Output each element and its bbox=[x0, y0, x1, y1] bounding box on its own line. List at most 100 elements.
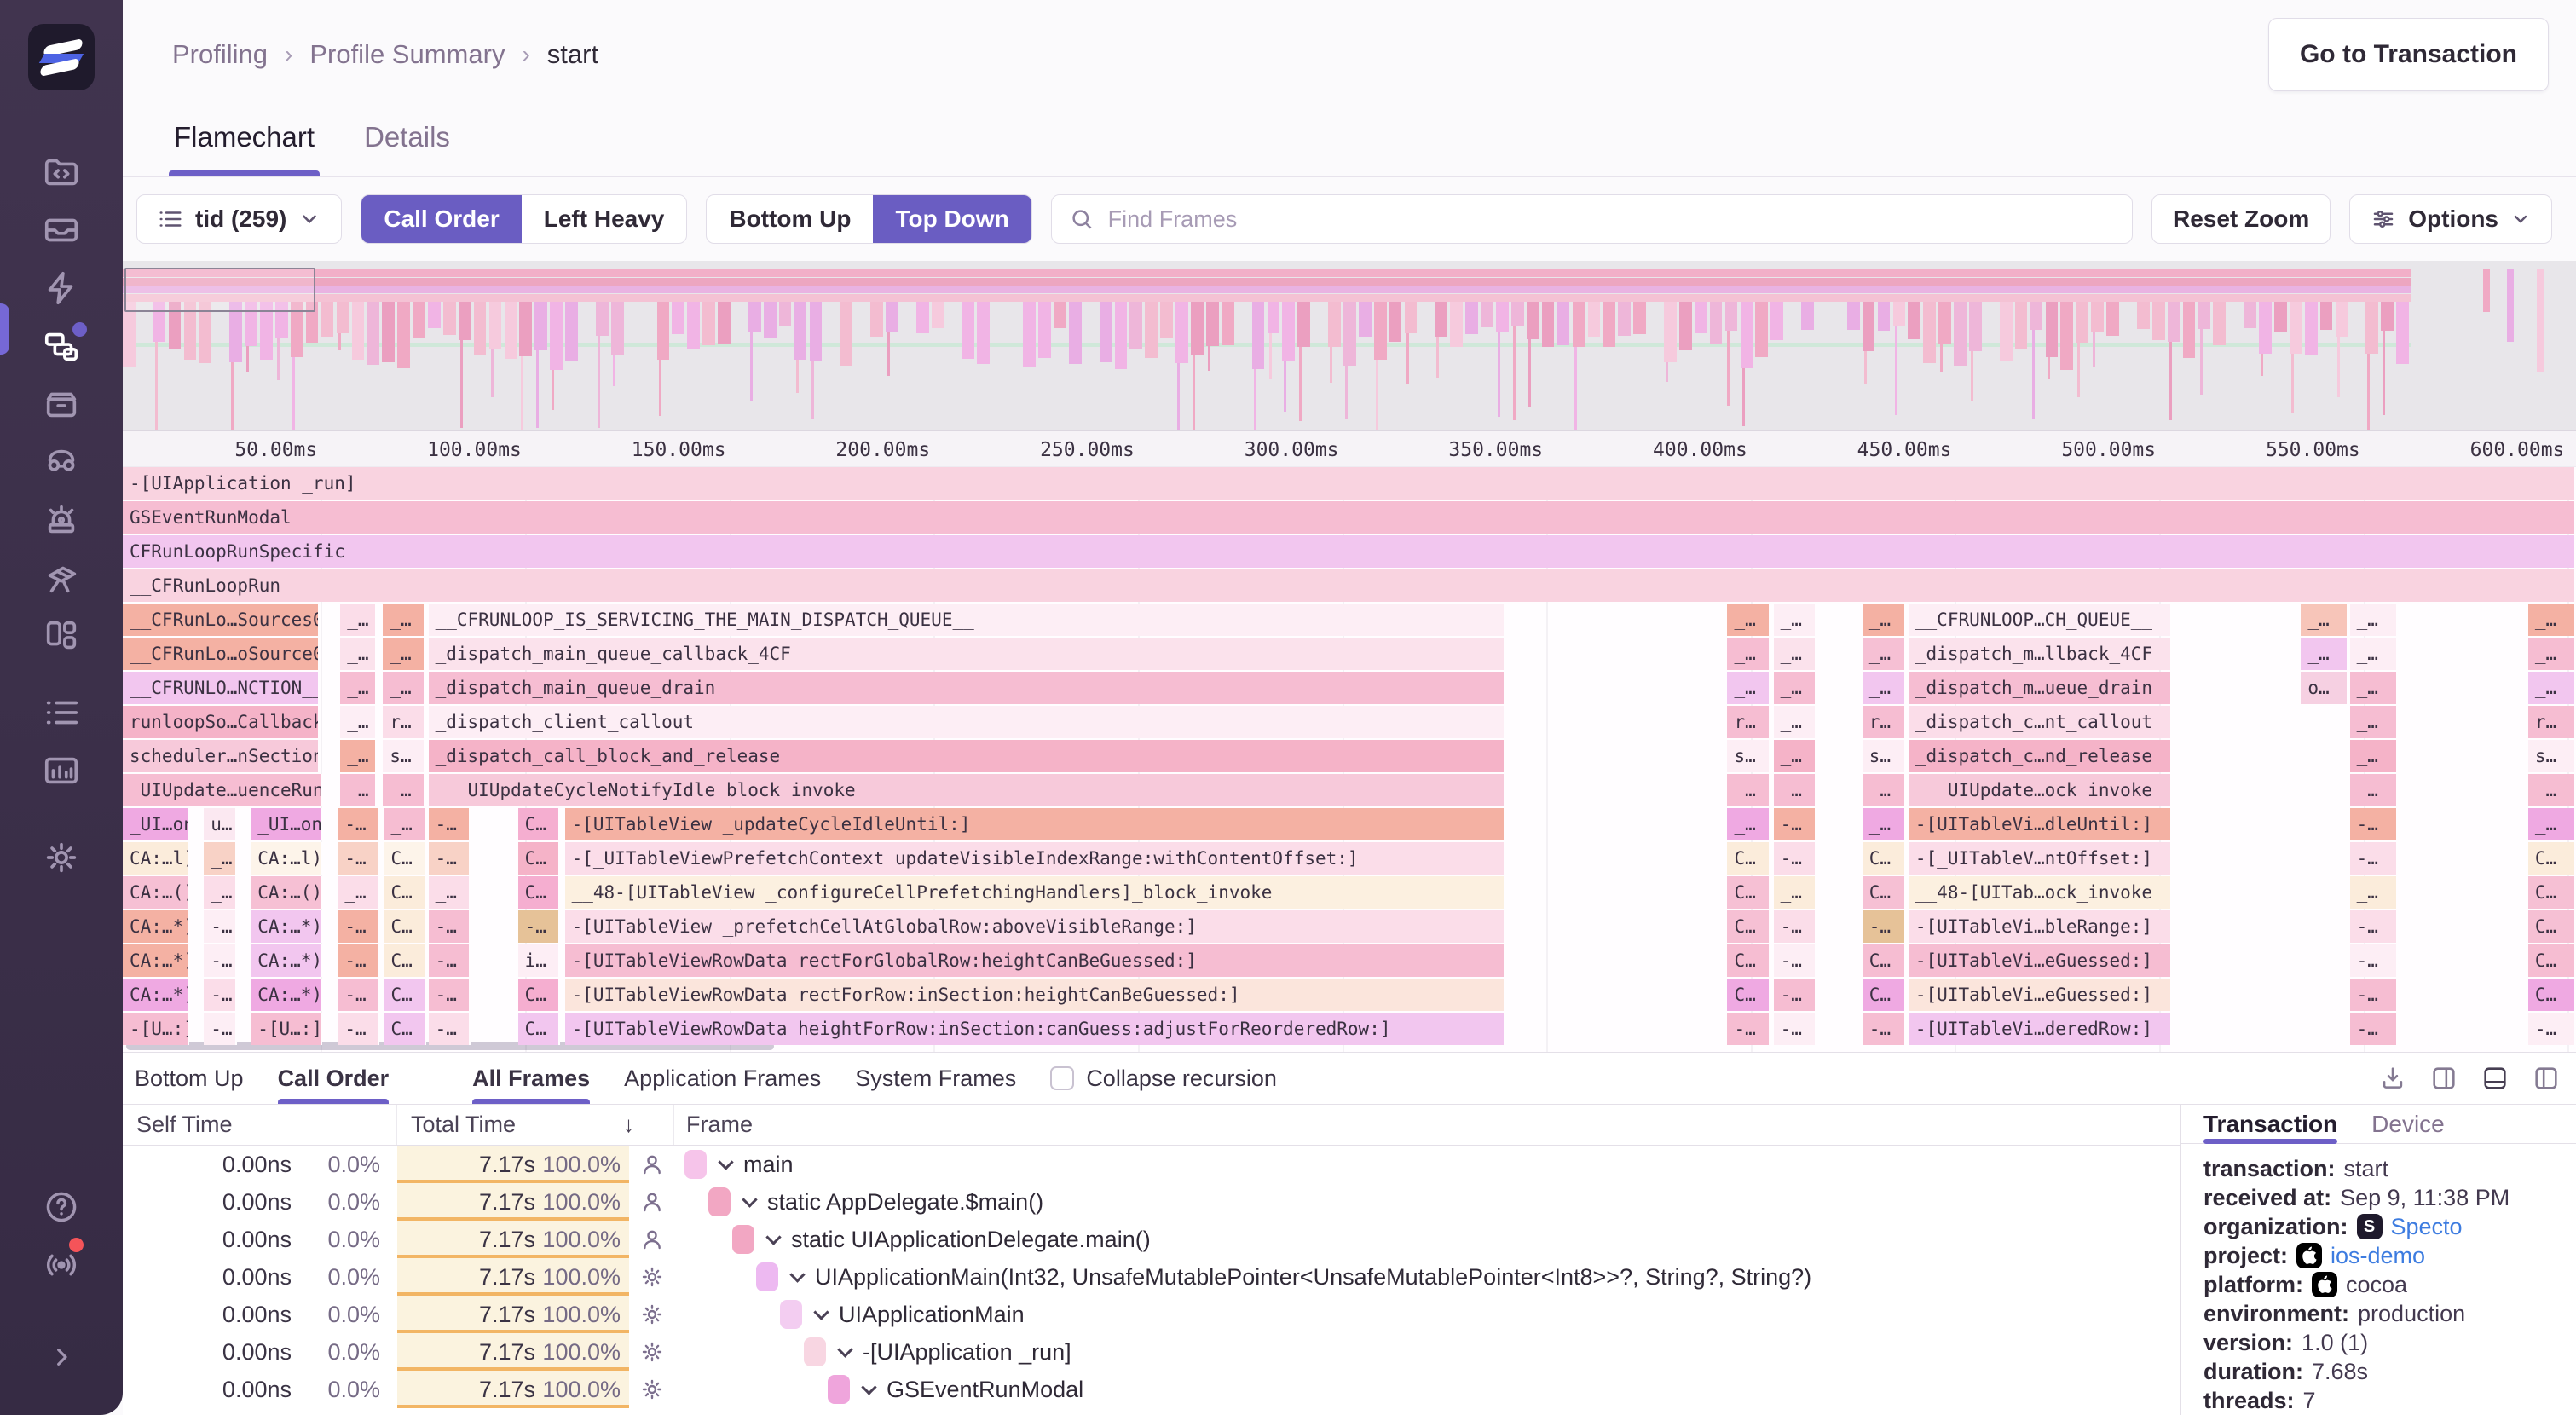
flame-frame[interactable]: C… bbox=[518, 842, 560, 875]
detail-link[interactable]: Specto bbox=[2391, 1212, 2463, 1241]
flame-frame[interactable]: -[_UITableViewPrefetchContext updateVisi… bbox=[565, 842, 1506, 875]
flame-frame[interactable]: -… bbox=[204, 979, 237, 1011]
flame-frame[interactable]: C… bbox=[1863, 944, 1906, 977]
flame-frame[interactable]: scheduler…nSection bbox=[123, 740, 320, 772]
flame-frame[interactable]: _… bbox=[340, 638, 377, 670]
flame-frame[interactable]: r… bbox=[1863, 706, 1906, 738]
flame-frame[interactable]: C… bbox=[1727, 842, 1770, 875]
sidebar-item-performance[interactable] bbox=[39, 266, 84, 310]
flame-frame[interactable]: __48-[UITableView _configureCellPrefetch… bbox=[565, 876, 1506, 909]
thread-selector[interactable]: tid (259) bbox=[136, 194, 342, 244]
flame-frame[interactable]: _… bbox=[2350, 706, 2398, 738]
flame-frame[interactable]: _… bbox=[2528, 604, 2576, 636]
flame-frame[interactable]: s… bbox=[2528, 740, 2576, 772]
flame-frame[interactable]: C… bbox=[1863, 979, 1906, 1011]
table-row[interactable]: 0.00ns0.0%7.17s100.0%UIApplicationMain(I… bbox=[123, 1258, 2180, 1296]
flame-frame[interactable]: CFRunLoopRunSpecific bbox=[123, 535, 2576, 568]
filter-application-frames[interactable]: Application Frames bbox=[624, 1053, 821, 1104]
flame-frame[interactable]: _… bbox=[1727, 672, 1770, 704]
flame-frame[interactable]: __48-[UITab…ock_invoke bbox=[1909, 876, 2172, 909]
flame-frame[interactable]: -[UITableVi…deredRow:] bbox=[1909, 1013, 2172, 1045]
flame-frame[interactable]: -… bbox=[1727, 1013, 1770, 1045]
flame-frame[interactable]: _… bbox=[1774, 740, 1816, 772]
flame-frame[interactable]: _… bbox=[340, 706, 377, 738]
flame-frame[interactable]: C… bbox=[2528, 944, 2576, 977]
flame-frame[interactable]: _… bbox=[2528, 808, 2576, 840]
reset-zoom-button[interactable]: Reset Zoom bbox=[2151, 194, 2331, 244]
header-frame[interactable]: Frame bbox=[674, 1105, 2180, 1145]
flame-frame[interactable]: -… bbox=[429, 1013, 471, 1045]
flame-frame[interactable]: _… bbox=[1863, 774, 1906, 806]
flame-frame[interactable]: _dispatch_c…nd_release bbox=[1909, 740, 2172, 772]
tab-details[interactable]: Details bbox=[364, 109, 450, 176]
flame-frame[interactable]: CA:…*) bbox=[123, 910, 189, 943]
download-icon[interactable] bbox=[2378, 1064, 2407, 1093]
collapse-recursion-checkbox[interactable]: Collapse recursion bbox=[1050, 1066, 1277, 1092]
flame-frame[interactable]: C… bbox=[1727, 979, 1770, 1011]
chevron-down-icon[interactable] bbox=[789, 1267, 805, 1282]
flame-frame[interactable]: -… bbox=[518, 910, 560, 943]
flamechart-canvas[interactable]: -[UIApplication _run]GSEventRunModalCFRu… bbox=[123, 467, 2576, 1052]
flame-frame[interactable]: _… bbox=[429, 876, 471, 909]
chevron-down-icon[interactable] bbox=[813, 1304, 829, 1320]
tab-flamechart[interactable]: Flamechart bbox=[174, 109, 315, 176]
flame-frame[interactable]: -… bbox=[2350, 1013, 2398, 1045]
flame-frame[interactable]: C… bbox=[1727, 910, 1770, 943]
filter-system-frames[interactable]: System Frames bbox=[855, 1053, 1016, 1104]
tab-bottom-up[interactable]: Bottom Up bbox=[135, 1053, 244, 1104]
chevron-down-icon[interactable] bbox=[837, 1342, 852, 1357]
flame-frame[interactable]: _dispatch_main_queue_callback_4CF bbox=[429, 638, 1506, 670]
flame-frame[interactable]: CA:…l) bbox=[251, 842, 322, 875]
flame-frame[interactable]: -… bbox=[1863, 910, 1906, 943]
layout-split-left-icon[interactable] bbox=[2532, 1064, 2561, 1093]
flame-frame[interactable]: -[UITableVi…eGuessed:] bbox=[1909, 944, 2172, 977]
flame-frame[interactable]: _… bbox=[383, 604, 425, 636]
flame-frame[interactable]: __CFRunLo…Sources0 bbox=[123, 604, 320, 636]
layout-split-bottom-icon[interactable] bbox=[2481, 1064, 2510, 1093]
flame-frame[interactable]: -[UITableViewRowData heightForRow:inSect… bbox=[565, 1013, 1506, 1045]
flame-frame[interactable]: C… bbox=[518, 876, 560, 909]
flame-frame[interactable]: __CFRunLo…oSource0 bbox=[123, 638, 320, 670]
flame-frame[interactable]: _… bbox=[204, 842, 237, 875]
chevron-down-icon[interactable] bbox=[742, 1192, 757, 1207]
detail-link[interactable]: ios-demo bbox=[2331, 1241, 2425, 1270]
flame-frame[interactable]: _… bbox=[2350, 740, 2398, 772]
flame-frame[interactable]: C… bbox=[2528, 910, 2576, 943]
flame-frame[interactable]: r… bbox=[2528, 706, 2576, 738]
sidebar-item-broadcast[interactable] bbox=[39, 1243, 84, 1287]
flame-frame[interactable]: -… bbox=[2350, 910, 2398, 943]
flame-frame[interactable]: _… bbox=[2301, 604, 2348, 636]
flame-frame[interactable]: _… bbox=[1774, 706, 1816, 738]
flame-frame[interactable]: C… bbox=[518, 808, 560, 840]
flame-frame[interactable]: _… bbox=[204, 876, 237, 909]
left-heavy-button[interactable]: Left Heavy bbox=[522, 195, 687, 243]
flame-frame[interactable]: _… bbox=[2350, 672, 2398, 704]
chevron-down-icon[interactable] bbox=[718, 1154, 733, 1170]
flame-frame[interactable]: -[_UITableV…ntOffset:] bbox=[1909, 842, 2172, 875]
flame-frame[interactable]: CA:…*) bbox=[251, 944, 322, 977]
flame-frame[interactable]: -[UITableView _prefetchCellAtGlobalRow:a… bbox=[565, 910, 1506, 943]
flame-frame[interactable]: -… bbox=[429, 842, 471, 875]
sidebar-item-dashboards[interactable] bbox=[39, 614, 84, 658]
flame-frame[interactable]: _… bbox=[340, 672, 377, 704]
chevron-down-icon[interactable] bbox=[861, 1379, 876, 1395]
flame-frame[interactable]: GSEventRunModal bbox=[123, 501, 2576, 534]
breadcrumb-profile-summary[interactable]: Profile Summary bbox=[309, 39, 505, 70]
table-row[interactable]: 0.00ns0.0%7.17s100.0%-[UIApplication _ru… bbox=[123, 1333, 2180, 1371]
flame-frame[interactable]: -… bbox=[1774, 979, 1816, 1011]
flame-frame[interactable]: -… bbox=[429, 910, 471, 943]
table-row[interactable]: 0.00ns0.0%7.17s100.0%GSEventRunModal bbox=[123, 1371, 2180, 1408]
sidebar-item-replays[interactable] bbox=[39, 440, 84, 484]
flame-frame[interactable]: CA:…l) bbox=[123, 842, 189, 875]
flame-frame[interactable]: C… bbox=[1727, 944, 1770, 977]
flame-frame[interactable]: o… bbox=[2301, 672, 2348, 704]
sidebar-item-alerts[interactable] bbox=[39, 498, 84, 542]
minimap-viewport-selection[interactable] bbox=[124, 268, 315, 312]
flame-frame[interactable]: C… bbox=[2528, 842, 2576, 875]
flame-frame[interactable]: _… bbox=[1727, 774, 1770, 806]
flame-frame[interactable]: s… bbox=[383, 740, 425, 772]
flame-frame[interactable]: CA:…() bbox=[123, 876, 189, 909]
header-total-time[interactable]: Total Time ↓ bbox=[397, 1105, 674, 1145]
flame-frame[interactable]: r… bbox=[383, 706, 425, 738]
flame-frame[interactable]: -… bbox=[429, 808, 471, 840]
